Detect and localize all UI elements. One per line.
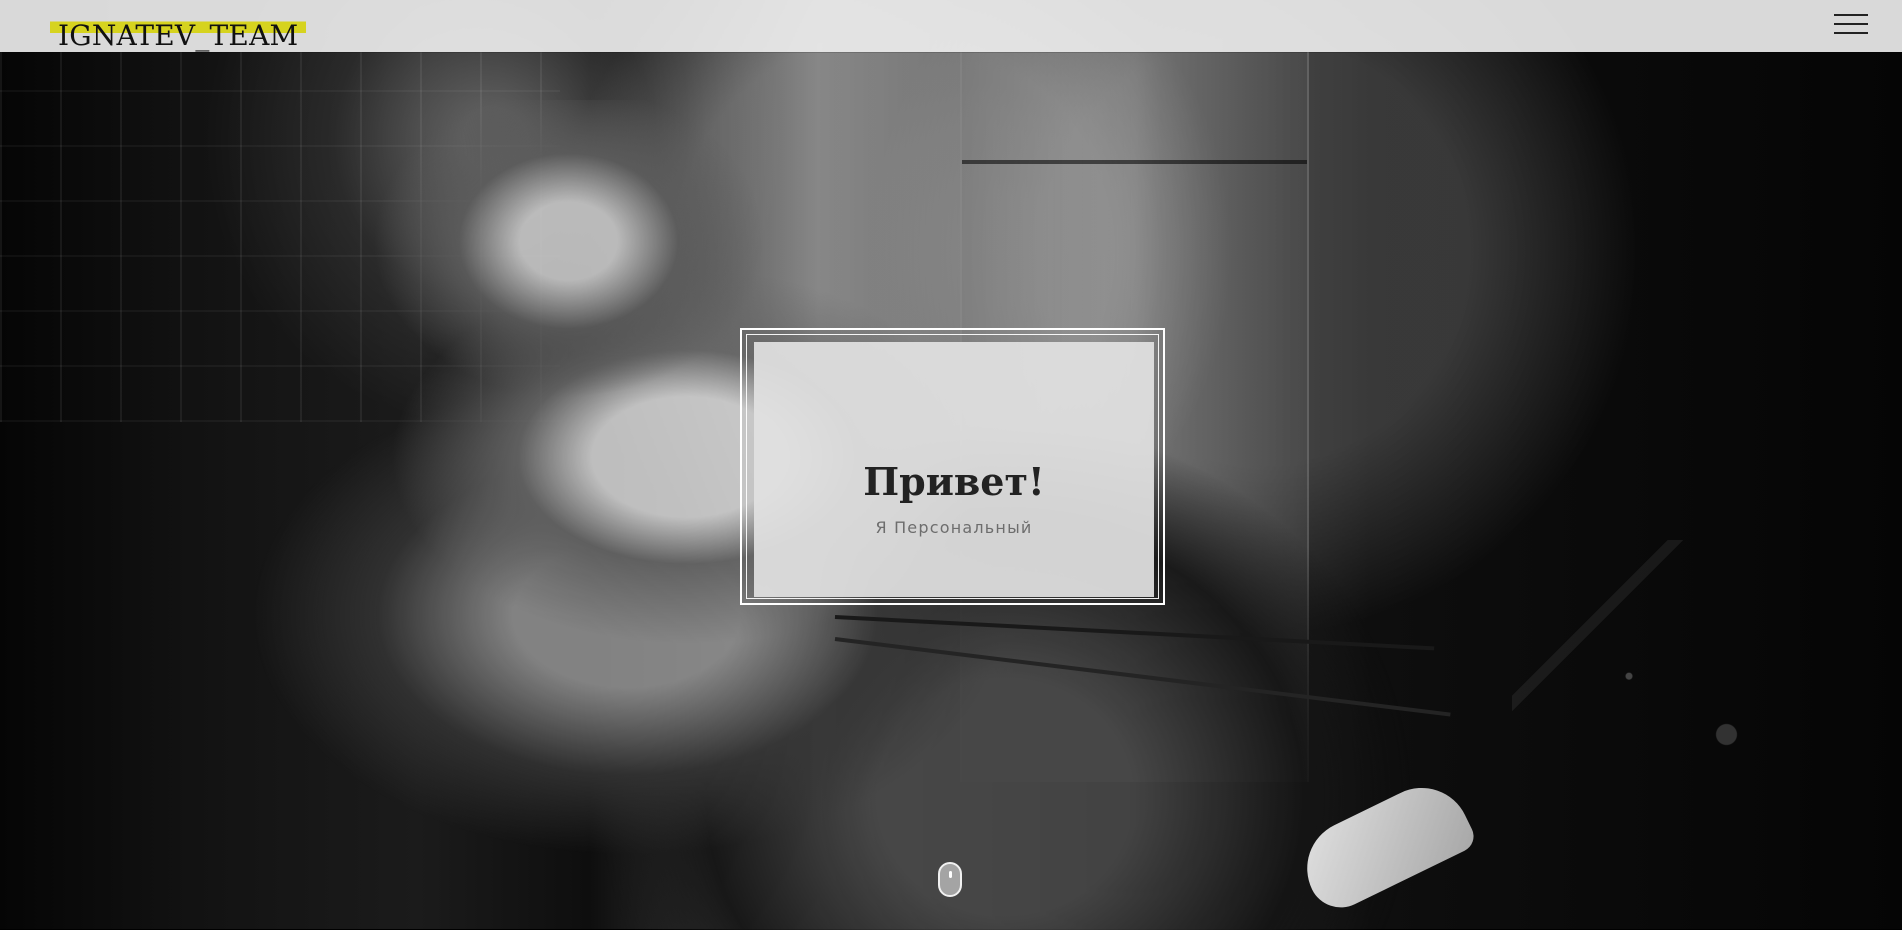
brand-logo[interactable]: IGNATEV_TEAM: [50, 18, 307, 52]
menu-line: [1834, 32, 1868, 34]
welcome-subtitle: Я Персональный: [875, 518, 1033, 537]
top-navigation: IGNATEV_TEAM: [0, 0, 1902, 52]
menu-line: [1834, 14, 1868, 16]
athlete-shoe-shape: [1291, 771, 1479, 919]
hamburger-menu-icon[interactable]: [1834, 14, 1868, 38]
welcome-frame: Привет! Я Персональный: [740, 328, 1165, 605]
mouse-scroll-icon[interactable]: [938, 862, 962, 897]
welcome-card: Привет! Я Персональный: [754, 342, 1154, 597]
gym-window-background: [0, 52, 560, 422]
scroll-wheel-icon: [949, 871, 952, 878]
gym-machine-background: [1512, 540, 1902, 929]
menu-line: [1834, 23, 1868, 25]
welcome-title: Привет!: [863, 459, 1045, 505]
